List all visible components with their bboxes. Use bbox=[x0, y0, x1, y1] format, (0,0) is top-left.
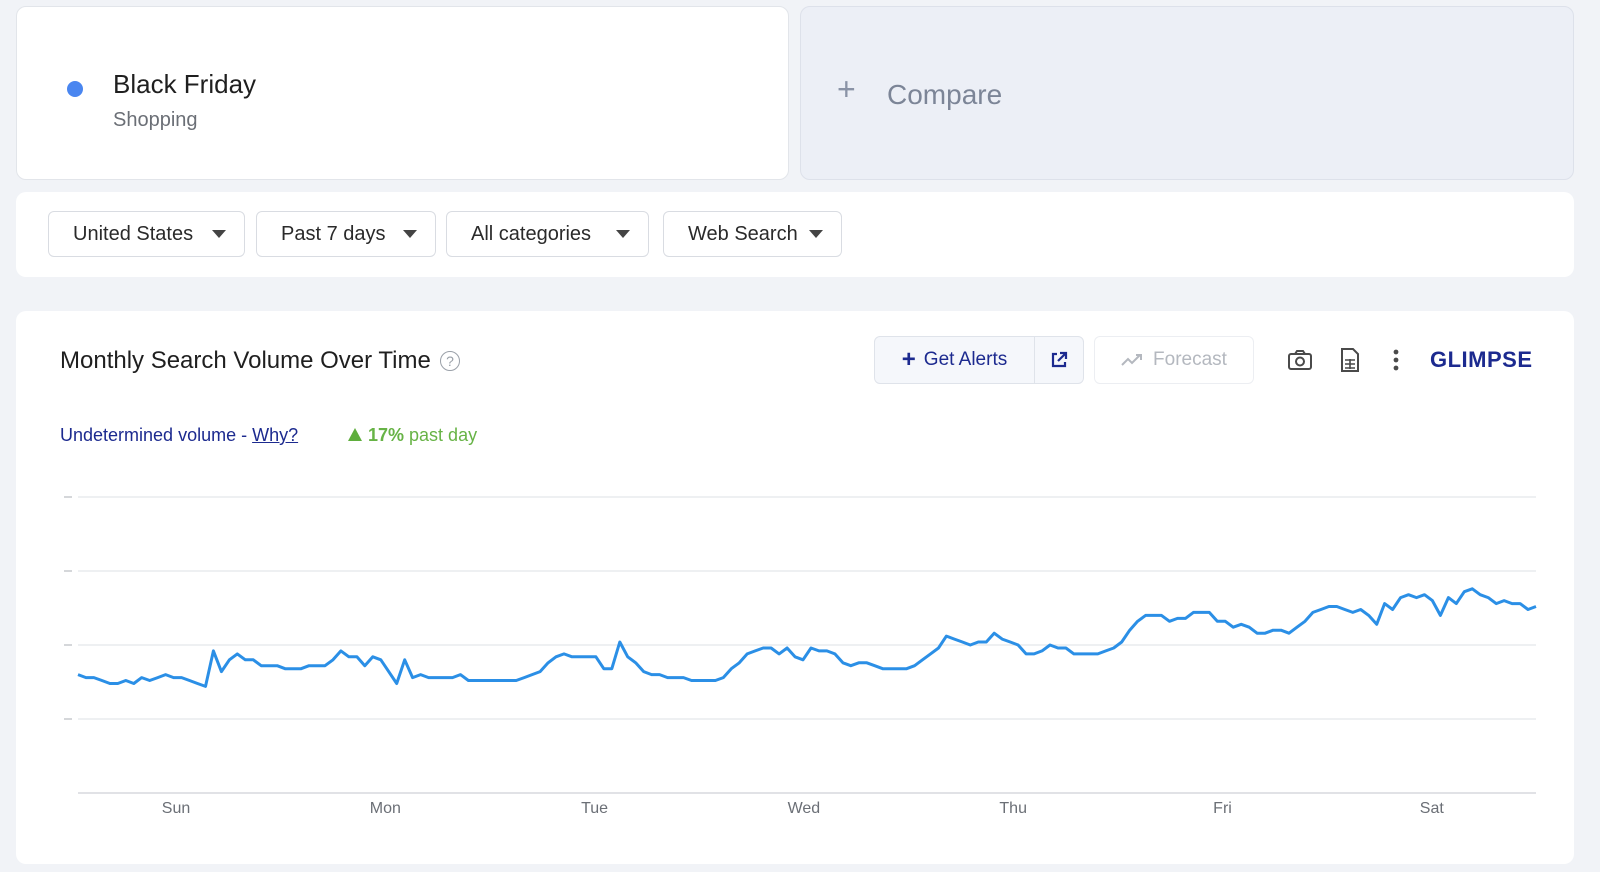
x-tick-label: Sat bbox=[1420, 800, 1445, 817]
filter-region-label: United States bbox=[73, 222, 194, 245]
caret-down-icon bbox=[403, 230, 417, 238]
filters-bar: United States Past 7 days All categories… bbox=[16, 192, 1574, 277]
x-tick-label: Thu bbox=[999, 800, 1027, 817]
compare-button[interactable]: + Compare bbox=[800, 6, 1574, 180]
plus-icon: + bbox=[837, 71, 856, 107]
x-tick-label: Sun bbox=[162, 800, 190, 817]
filter-region-dropdown[interactable]: United States bbox=[48, 211, 245, 257]
caret-down-icon bbox=[616, 230, 630, 238]
x-tick-label: Mon bbox=[370, 800, 401, 817]
caret-down-icon bbox=[212, 230, 226, 238]
filter-time-dropdown[interactable]: Past 7 days bbox=[256, 211, 436, 257]
filter-category-label: All categories bbox=[471, 222, 592, 245]
term-color-dot bbox=[67, 81, 83, 97]
caret-down-icon bbox=[809, 230, 823, 238]
filter-source-label: Web Search bbox=[688, 222, 798, 245]
filter-category-dropdown[interactable]: All categories bbox=[446, 211, 649, 257]
search-volume-panel: Monthly Search Volume Over Time ? + Get … bbox=[16, 311, 1574, 864]
series-line bbox=[77, 587, 1537, 688]
x-tick-label: Wed bbox=[788, 800, 821, 817]
filter-time-label: Past 7 days bbox=[281, 222, 386, 245]
x-tick-label: Fri bbox=[1213, 800, 1232, 817]
x-tick-label: Tue bbox=[581, 800, 608, 817]
search-term-card[interactable]: Black Friday Shopping bbox=[16, 6, 789, 180]
term-category: Shopping bbox=[113, 109, 198, 131]
compare-label: Compare bbox=[887, 79, 1003, 110]
search-volume-chart: Sun Mon Tue Wed Thu Fri Sat bbox=[64, 496, 1537, 817]
filter-source-dropdown[interactable]: Web Search bbox=[663, 211, 842, 257]
term-title: Black Friday bbox=[113, 69, 257, 99]
